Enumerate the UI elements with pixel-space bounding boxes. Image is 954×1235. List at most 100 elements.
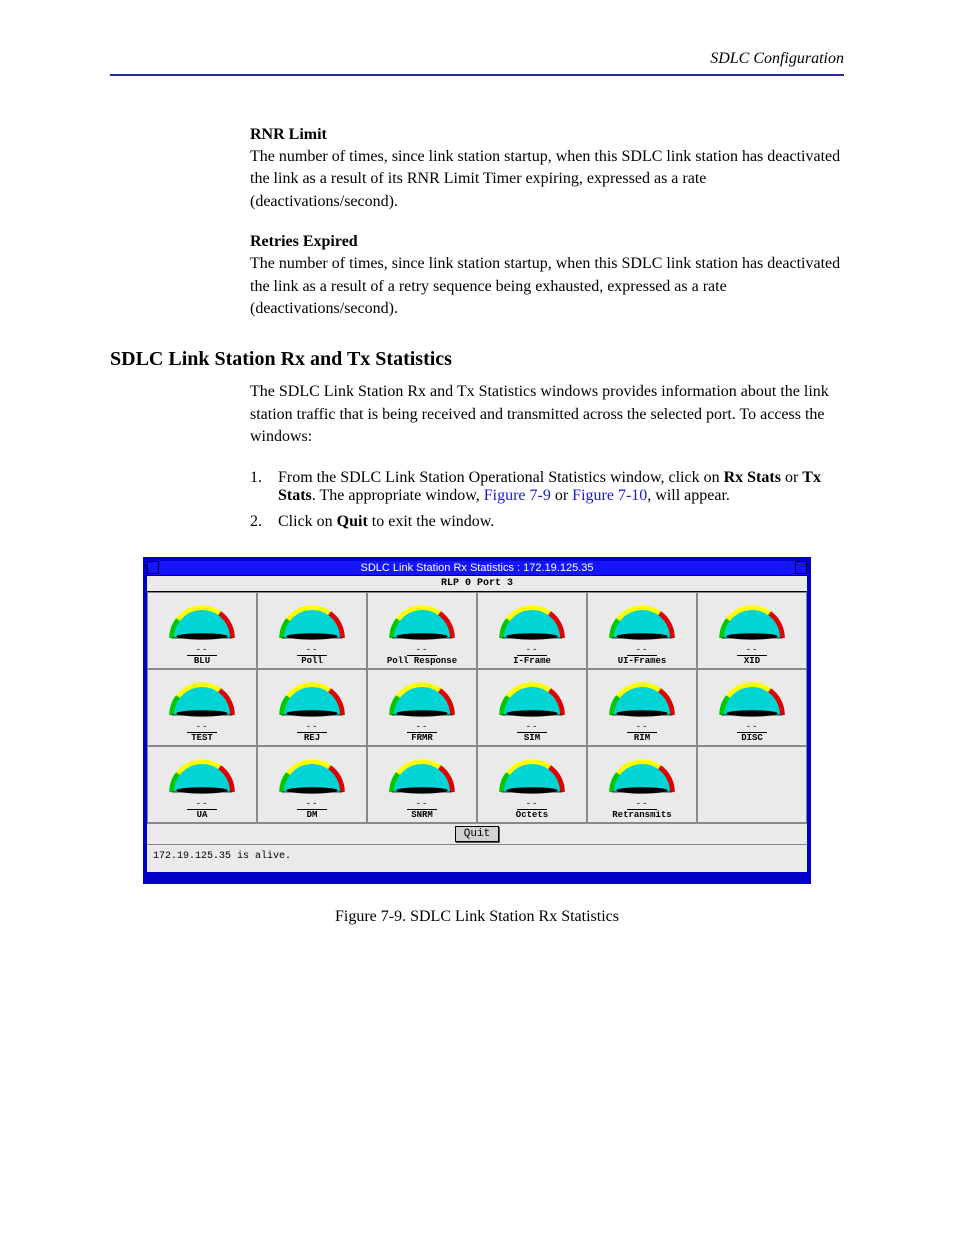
- gauge-icon: [382, 597, 462, 647]
- gauge-cell: --FRMR: [367, 669, 477, 746]
- gauge-icon: [162, 674, 242, 724]
- step-1-mid: or: [781, 469, 802, 486]
- gauge-value: --: [306, 799, 319, 809]
- gauge-cell: --UA: [147, 746, 257, 823]
- gauge-cell: --XID: [697, 592, 807, 669]
- section-body-rnr: The number of times, since link station …: [110, 146, 844, 213]
- gauge-label: BLU: [194, 656, 210, 666]
- gauge-cell: --SIM: [477, 669, 587, 746]
- step-2-text: Click on Quit to exit the window.: [278, 513, 844, 531]
- gauge-value: --: [526, 722, 539, 732]
- step-1-text: From the SDLC Link Station Operational S…: [278, 469, 844, 505]
- gauge-icon: [382, 751, 462, 801]
- gauge-label: SNRM: [411, 810, 433, 820]
- gauge-cell: --Poll: [257, 592, 367, 669]
- header-rule: [110, 74, 844, 76]
- figure-caption: Figure 7-9. SDLC Link Station Rx Statist…: [110, 908, 844, 926]
- gauge-icon: [492, 674, 572, 724]
- gauge-icon: [382, 674, 462, 724]
- step-1-end: . The appropriate window,: [312, 487, 484, 504]
- gauge-icon: [602, 674, 682, 724]
- gauge-cell: --SNRM: [367, 746, 477, 823]
- gauge-label: I-Frame: [513, 656, 551, 666]
- gauge-value: --: [636, 799, 649, 809]
- gauge-value: --: [526, 645, 539, 655]
- gauge-value: --: [196, 722, 209, 732]
- gauge-cell: --Retransmits: [587, 746, 697, 823]
- gauge-icon: [602, 751, 682, 801]
- window-title: SDLC Link Station Rx Statistics : 172.19…: [361, 562, 594, 574]
- gauge-value: --: [746, 722, 759, 732]
- section-heading-sdlc: SDLC Link Station Rx and Tx Statistics: [110, 348, 844, 371]
- gauge-value: --: [746, 645, 759, 655]
- step-2-pre: Click on: [278, 513, 337, 530]
- gauge-cell: --DISC: [697, 669, 807, 746]
- gauge-icon: [272, 597, 352, 647]
- gauge-cell: --DM: [257, 746, 367, 823]
- step-1-tail: , will appear.: [647, 487, 730, 504]
- gauge-label: FRMR: [411, 733, 433, 743]
- section-heading-rnr: RNR Limit: [110, 126, 844, 144]
- gauge-label: UA: [197, 810, 208, 820]
- step-1-link2[interactable]: Figure 7-10: [572, 487, 647, 504]
- gauge-label: DM: [307, 810, 318, 820]
- gauge-label: Octets: [516, 810, 548, 820]
- section-heading-retries: Retries Expired: [110, 233, 844, 251]
- gauge-label: UI-Frames: [618, 656, 667, 666]
- gauge-value: --: [306, 722, 319, 732]
- system-menu-icon[interactable]: [147, 561, 159, 574]
- gauge-label: Poll: [301, 656, 323, 666]
- gauge-cell: --UI-Frames: [587, 592, 697, 669]
- step-1-link1[interactable]: Figure 7-9: [484, 487, 551, 504]
- gauge-value: --: [636, 645, 649, 655]
- gauge-value: --: [416, 722, 429, 732]
- gauge-icon: [492, 597, 572, 647]
- step-2-end: to exit the window.: [368, 513, 495, 530]
- gauge-icon: [162, 597, 242, 647]
- gauge-value: --: [196, 645, 209, 655]
- step-1: 1. From the SDLC Link Station Operationa…: [110, 469, 844, 505]
- gauge-cell: --I-Frame: [477, 592, 587, 669]
- gauge-label: Retransmits: [612, 810, 671, 820]
- step-1-number: 1.: [250, 469, 278, 505]
- window-control-icon[interactable]: [795, 561, 807, 574]
- quit-button[interactable]: Quit: [455, 826, 499, 842]
- gauge-value: --: [306, 645, 319, 655]
- gauge-icon: [272, 751, 352, 801]
- gauge-label: XID: [744, 656, 760, 666]
- step-2: 2. Click on Quit to exit the window.: [110, 513, 844, 531]
- step-1-pre: From the SDLC Link Station Operational S…: [278, 469, 724, 486]
- gauge-value: --: [526, 799, 539, 809]
- gauge-cell: --BLU: [147, 592, 257, 669]
- gauge-icon: [712, 674, 792, 724]
- gauge-cell: --REJ: [257, 669, 367, 746]
- gauge-cell: --Poll Response: [367, 592, 477, 669]
- step-2-number: 2.: [250, 513, 278, 531]
- section-body-sdlc: The SDLC Link Station Rx and Tx Statisti…: [110, 381, 844, 448]
- gauge-label: Poll Response: [387, 656, 457, 666]
- gauge-icon: [272, 674, 352, 724]
- gauge-icon: [162, 751, 242, 801]
- gauge-cell: --RIM: [587, 669, 697, 746]
- gauge-value: --: [416, 799, 429, 809]
- gauge-icon: [492, 751, 572, 801]
- gauge-label: DISC: [741, 733, 763, 743]
- window-titlebar: SDLC Link Station Rx Statistics : 172.19…: [147, 561, 807, 576]
- gauge-grid: --BLU --Poll --Poll Response --I-Frame -…: [147, 592, 807, 823]
- gauge-cell: [697, 746, 807, 823]
- step-1-bold1: Rx Stats: [724, 469, 781, 486]
- gauge-value: --: [636, 722, 649, 732]
- step-1-or: or: [551, 487, 572, 504]
- gauge-label: SIM: [524, 733, 540, 743]
- gauge-label: TEST: [191, 733, 213, 743]
- page-header: SDLC Configuration: [110, 50, 844, 68]
- figure-window: SDLC Link Station Rx Statistics : 172.19…: [143, 557, 811, 884]
- status-line: 172.19.125.35 is alive.: [147, 844, 807, 872]
- window-subtitle: RLP 0 Port 3: [147, 576, 807, 592]
- gauge-cell: --Octets: [477, 746, 587, 823]
- gauge-icon: [602, 597, 682, 647]
- gauge-cell: --TEST: [147, 669, 257, 746]
- section-body-retries: The number of times, since link station …: [110, 253, 844, 320]
- gauge-value: --: [416, 645, 429, 655]
- gauge-label: RIM: [634, 733, 650, 743]
